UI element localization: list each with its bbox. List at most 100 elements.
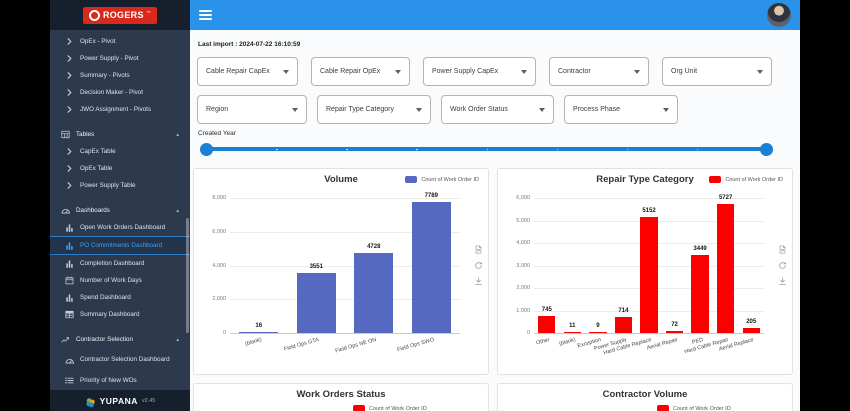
sidebar-logo-band: ROGERS ™ — [50, 0, 190, 30]
chart-legend[interactable]: Count of Work Order ID — [657, 405, 731, 411]
chart-card-volume: VolumeCount of Work Order ID02,0004,0006… — [193, 168, 489, 375]
bar-chart-icon — [65, 241, 74, 250]
filter-label: Cable Repair CapEx — [206, 68, 270, 75]
legend-label: Count of Work Order ID — [725, 177, 783, 183]
table-icon — [61, 130, 70, 139]
chevron-down-icon — [395, 70, 401, 74]
bar-ped[interactable] — [691, 255, 708, 333]
x-axis-tick: (blank) — [558, 337, 576, 347]
collapse-caret-icon: ▲ — [176, 337, 180, 342]
bar-blank[interactable] — [564, 332, 581, 333]
sidebar-item-label: Summary Dashboard — [80, 311, 140, 318]
sidebar-item-dashboards[interactable]: Dashboards▲ — [50, 201, 190, 219]
bar-field-ops-ne-on[interactable] — [354, 253, 393, 333]
sidebar-item-label: OpEx Table — [80, 165, 112, 172]
created-year-slider[interactable] — [200, 142, 773, 156]
filter-region[interactable]: Region — [197, 95, 307, 124]
filter-repair-type-category[interactable]: Repair Type Category — [317, 95, 431, 124]
sidebar-nav: OpEx - Pivot Power Supply - Pivot Summary … — [50, 30, 190, 390]
sidebar-item-contractor-selection[interactable]: Contractor Selection▲ — [50, 330, 190, 348]
filter-label: Process Phase — [573, 106, 620, 113]
sidebar-item-capex-table[interactable]: CapEx Table — [50, 143, 190, 160]
filter-process-phase[interactable]: Process Phase — [564, 95, 678, 124]
download-icon[interactable] — [778, 273, 787, 282]
bar-hard-cable-repair[interactable] — [717, 204, 734, 333]
chevron-right-icon — [65, 54, 74, 63]
sidebar-item-priority-of-new-wos[interactable]: Priority of New WOs — [50, 372, 190, 389]
filter-contractor[interactable]: Contractor — [549, 57, 649, 86]
refresh-icon[interactable] — [778, 257, 787, 266]
last-import-label: Last import : 2024-07-22 16:10:59 — [198, 41, 300, 48]
slider-tick — [276, 149, 278, 151]
export-data-icon[interactable] — [778, 241, 787, 250]
export-data-icon[interactable] — [474, 241, 483, 250]
chart-card-work-orders-status: Work Orders StatusCount of Work Order ID — [193, 383, 489, 411]
bar-aerial-repair[interactable] — [666, 331, 683, 333]
menu-icon[interactable] — [199, 10, 212, 20]
filter-cable-repair-capex[interactable]: Cable Repair CapEx — [197, 57, 298, 86]
sidebar-item-contractor-selection-dashboard[interactable]: Contractor Selection Dashboard — [50, 348, 190, 372]
filter-label: Power Supply CapEx — [432, 68, 498, 75]
chart-plot: 02,0004,0006,0008,00016(blank)3551Field … — [230, 198, 460, 333]
bar-chart-icon — [65, 293, 74, 302]
download-icon[interactable] — [474, 273, 483, 282]
x-axis-tick: Other — [536, 337, 551, 347]
chart-legend[interactable]: Count of Work Order ID — [709, 176, 783, 183]
yupana-logo-icon — [85, 395, 96, 406]
brand-trademark: ™ — [147, 10, 151, 15]
filter-work-order-status[interactable]: Work Order Status — [441, 95, 554, 124]
sidebar-item-label: Power Supply - Pivot — [80, 55, 138, 62]
sidebar-item-completion-dashboard[interactable]: Completion Dashboard — [50, 255, 190, 272]
chevron-down-icon — [283, 70, 289, 74]
filter-cable-repair-opex[interactable]: Cable Repair OpEx — [311, 57, 410, 86]
sidebar-item-spend-dashboard[interactable]: Spend Dashboard — [50, 289, 190, 306]
sidebar-item-summary-dashboard[interactable]: Summary Dashboard — [50, 306, 190, 323]
filter-org-unit[interactable]: Org Unit — [662, 57, 772, 86]
slider-tick — [346, 149, 348, 151]
bar-exception[interactable] — [589, 332, 606, 333]
chart-legend[interactable]: Count of Work Order ID — [405, 176, 479, 183]
filters-row-1: Cable Repair CapEx Cable Repair OpEx Power… — [197, 57, 772, 86]
bar-hard-cable-replace[interactable] — [640, 217, 657, 333]
legend-label: Count of Work Order ID — [421, 177, 479, 183]
sidebar-item-tables[interactable]: Tables▲ — [50, 125, 190, 143]
y-axis-tick: 8,000 — [195, 195, 226, 201]
chart-legend[interactable]: Count of Work Order ID — [353, 405, 427, 411]
sidebar-item-label: JWO Assignment - Pivots — [80, 106, 151, 113]
bar-field-ops-swo[interactable] — [412, 202, 451, 333]
refresh-icon[interactable] — [474, 257, 483, 266]
chevron-right-icon — [65, 164, 74, 173]
sidebar-item-decision-maker-pivot[interactable]: Decision Maker - Pivot — [50, 84, 190, 101]
slider-tick — [416, 149, 418, 151]
slider-handle-max[interactable] — [760, 143, 773, 156]
y-axis-tick: 2,000 — [499, 285, 530, 291]
sidebar-item-opex-table[interactable]: OpEx Table — [50, 160, 190, 177]
y-axis-tick: 6,000 — [499, 195, 530, 201]
main-content: Last import : 2024-07-22 16:10:59 Cable … — [190, 30, 800, 411]
sidebar-item-label: PO Commitments Dashboard — [80, 242, 162, 249]
chevron-right-icon — [65, 37, 74, 46]
sidebar-item-jwo-assignment-pivots[interactable]: JWO Assignment - Pivots — [50, 101, 190, 118]
brand-name: ROGERS — [103, 10, 144, 20]
sidebar-item-opex-pivot[interactable]: OpEx - Pivot — [50, 33, 190, 50]
chart-toolbar — [474, 241, 483, 282]
chevron-down-icon — [521, 70, 527, 74]
legend-swatch — [709, 176, 721, 183]
sidebar-item-label: Summary - Pivots — [80, 72, 130, 79]
sidebar-item-power-supply-pivot[interactable]: Power Supply - Pivot — [50, 50, 190, 67]
sidebar-item-power-supply-table[interactable]: Power Supply Table — [50, 177, 190, 194]
sidebar-item-open-work-orders-dashboard[interactable]: Open Work Orders Dashboard — [50, 219, 190, 236]
bar-power-supply[interactable] — [615, 317, 632, 333]
user-avatar[interactable] — [767, 3, 791, 27]
sidebar-item-number-of-work-days[interactable]: Number of Work Days — [50, 272, 190, 289]
bar-aerial-replace[interactable] — [743, 328, 760, 333]
filter-power-supply-capex[interactable]: Power Supply CapEx — [423, 57, 536, 86]
sidebar-scrollbar[interactable] — [186, 218, 189, 333]
app-window: ROGERS ™ OpEx - Pivot Power Supply - Pivo… — [50, 0, 800, 411]
sidebar-item-summary-pivots[interactable]: Summary - Pivots — [50, 67, 190, 84]
slider-handle-min[interactable] — [200, 143, 213, 156]
bar-blank[interactable] — [239, 332, 278, 333]
bar-field-ops-gta[interactable] — [297, 273, 336, 333]
sidebar-item-po-commitments-dashboard[interactable]: PO Commitments Dashboard — [50, 236, 190, 255]
bar-value-label: 745 — [517, 307, 577, 313]
